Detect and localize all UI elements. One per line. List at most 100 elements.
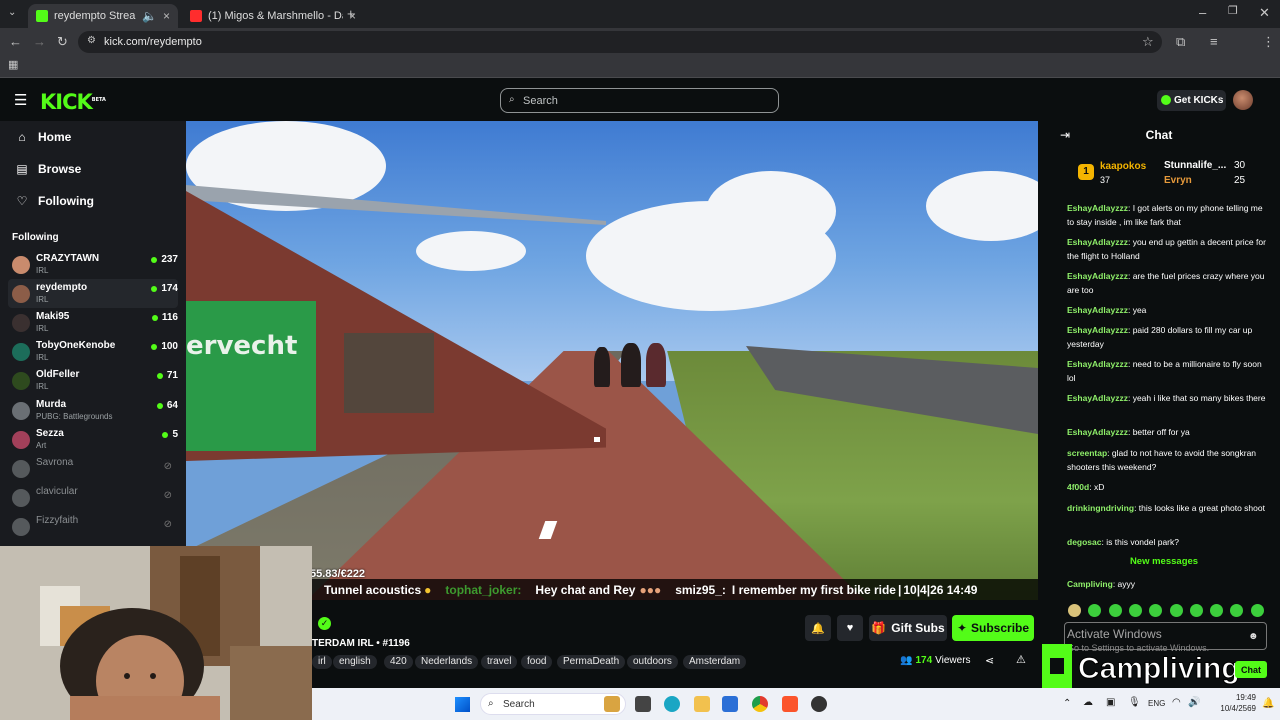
app-icon[interactable] (811, 696, 827, 712)
tray-icon[interactable]: ▣ (1106, 697, 1115, 708)
new-tab-icon[interactable]: + (347, 7, 355, 20)
subscribe-button[interactable]: ✦ Subscribe (952, 615, 1034, 641)
leader-name[interactable]: kaapokos (1100, 161, 1146, 172)
chat-username[interactable]: degosac (1067, 537, 1102, 547)
chat-username[interactable]: EshayAdlayzzz (1067, 427, 1128, 437)
sidebar-channel-oldfeller[interactable]: OldFeller IRL 71 (8, 366, 178, 395)
search-input[interactable]: ⌕ Search (500, 88, 779, 113)
nav-following[interactable]: ♡ Following (16, 194, 94, 208)
tab-search-icon[interactable]: ⌄ (8, 8, 16, 18)
live-dot-icon (151, 285, 158, 292)
nav-home[interactable]: ⌂ Home (16, 130, 71, 144)
apps-grid-icon[interactable]: ▦ (8, 60, 18, 71)
emote-icon[interactable] (1128, 604, 1142, 617)
close-window-icon[interactable]: ✕ (1259, 6, 1270, 19)
start-icon[interactable] (455, 697, 470, 712)
task-view-icon[interactable] (635, 696, 651, 712)
url-input[interactable]: ⚙ kick.com/reydempto ☆ (78, 31, 1162, 53)
emote-icon[interactable] (1169, 604, 1183, 617)
onedrive-icon[interactable]: ☁ (1083, 697, 1093, 708)
sidebar-channel-crazytawn[interactable]: CRAZYTAWN IRL 237 (8, 250, 178, 279)
chat-username[interactable]: EshayAdlayzzz (1067, 359, 1128, 369)
sidebar-channel-sezza[interactable]: Sezza Art 5 (8, 425, 178, 454)
site-info-icon[interactable]: ⚙ (87, 36, 96, 46)
back-icon[interactable]: ← (9, 35, 22, 48)
emote-icon[interactable] (1210, 604, 1224, 617)
notifications-button[interactable]: 🔔 (805, 615, 831, 641)
reading-list-icon[interactable]: ≡ (1210, 35, 1218, 48)
sidebar-channel-maki95[interactable]: Maki95 IRL 116 (8, 308, 178, 337)
edge-icon[interactable] (664, 696, 680, 712)
video-player[interactable]: ervecht 55.83/€222 Tunnel acoustics ● to… (186, 121, 1038, 600)
browser-menu-icon[interactable]: ⋮ (1262, 35, 1275, 48)
file-explorer-icon[interactable] (604, 696, 620, 712)
send-chat-button[interactable]: Chat (1235, 661, 1267, 678)
extensions-icon[interactable]: ⧉ (1176, 35, 1185, 48)
leader-name[interactable]: Stunnalife_... (1164, 160, 1226, 171)
chat-username[interactable]: EshayAdlayzzz (1067, 203, 1128, 213)
follow-button[interactable]: ♥ (837, 615, 863, 641)
sidebar-channel-murda[interactable]: Murda PUBG: Battlegrounds 64 (8, 396, 178, 425)
stream-tag[interactable]: travel (481, 655, 518, 669)
stream-tag[interactable]: irl (312, 655, 332, 669)
minimize-icon[interactable]: – (1199, 6, 1206, 19)
user-avatar[interactable] (1233, 90, 1253, 110)
emote-icon[interactable] (1068, 604, 1081, 617)
close-tab-icon[interactable]: × (163, 9, 170, 23)
store-icon[interactable] (722, 696, 738, 712)
restore-icon[interactable]: ❐ (1228, 6, 1238, 17)
tab-youtube[interactable]: (1) Migos & Marshmello - Danc × (182, 4, 364, 28)
nav-browse[interactable]: ▤ Browse (16, 162, 81, 176)
emote-icon[interactable] (1189, 604, 1203, 617)
language-indicator[interactable]: ENG (1148, 699, 1165, 708)
reload-icon[interactable]: ↻ (57, 35, 68, 48)
brave-icon[interactable] (782, 696, 798, 712)
stream-tag[interactable]: PermaDeath (557, 655, 626, 669)
new-messages-divider[interactable]: New messages (1060, 556, 1268, 567)
chrome-icon[interactable] (752, 696, 768, 712)
sidebar-channel-savrona[interactable]: Savrona ⊘ (8, 454, 178, 483)
bookmark-star-icon[interactable]: ☆ (1142, 35, 1154, 48)
notifications-icon[interactable]: 🔔 (1262, 698, 1274, 709)
mic-icon[interactable]: 🎙 (1128, 697, 1141, 708)
share-icon[interactable]: ⋖ (985, 654, 994, 667)
chat-username[interactable]: EshayAdlayzzz (1067, 325, 1128, 335)
sidebar-channel-fizzyfaith[interactable]: Fizzyfaith ⊘ (8, 512, 178, 541)
stream-tag[interactable]: food (521, 655, 553, 669)
get-kicks-button[interactable]: Get KICKs (1157, 90, 1226, 111)
chat-username[interactable]: drinkingndriving (1067, 503, 1134, 513)
leader-name[interactable]: Evryn (1164, 175, 1192, 186)
gift-subs-button[interactable]: 🎁 Gift Subs (869, 615, 947, 641)
folder-icon[interactable] (694, 696, 710, 712)
hamburger-menu-icon[interactable]: ☰ (14, 93, 27, 108)
chat-username[interactable]: 4f00d (1067, 482, 1089, 492)
sidebar-channel-tobyonekenobe[interactable]: TobyOneKenobe IRL 100 (8, 337, 178, 366)
sidebar-channel-reydempto[interactable]: reydempto IRL 174 (8, 279, 178, 308)
heart-icon: ♥ (846, 622, 854, 634)
tray-arrow-icon[interactable]: ⌃ (1063, 698, 1071, 709)
speaker-icon[interactable]: 🔈 (142, 9, 157, 23)
volume-icon[interactable]: 🔊 (1188, 697, 1200, 708)
chat-username[interactable]: EshayAdlayzzz (1067, 271, 1128, 281)
taskbar-clock[interactable]: 19:49 10/4/2569 (1212, 692, 1256, 714)
chat-username[interactable]: Campliving (1067, 579, 1113, 589)
stream-tag[interactable]: 420 (384, 655, 413, 669)
chat-username[interactable]: EshayAdlayzzz (1067, 237, 1128, 247)
chat-username[interactable]: screentap (1067, 448, 1107, 458)
sidebar-channel-clavicular[interactable]: clavicular ⊘ (8, 483, 178, 512)
stream-tag[interactable]: Amsterdam (683, 655, 747, 669)
overlay-ticker: Tunnel acoustics ● tophat_joker: Hey cha… (310, 579, 1038, 600)
stream-tag[interactable]: english (333, 655, 377, 669)
kick-logo[interactable]: KICKBETA (40, 90, 106, 114)
emote-icon[interactable] (1108, 604, 1122, 617)
stream-tag[interactable]: Nederlands (415, 655, 479, 669)
stream-tag[interactable]: outdoors (627, 655, 678, 669)
chat-username[interactable]: EshayAdlayzzz (1067, 305, 1128, 315)
emoji-picker-icon[interactable]: ☻ (1248, 631, 1259, 642)
chat-username[interactable]: EshayAdlayzzz (1067, 393, 1128, 403)
report-icon[interactable]: ⚠ (1016, 653, 1026, 666)
emote-icon[interactable] (1250, 604, 1264, 617)
forward-icon[interactable]: → (33, 35, 46, 48)
wifi-icon[interactable]: ◠ (1172, 697, 1181, 708)
tab-reydempto[interactable]: reydempto Stream - Watch 🔈 × (28, 4, 178, 28)
